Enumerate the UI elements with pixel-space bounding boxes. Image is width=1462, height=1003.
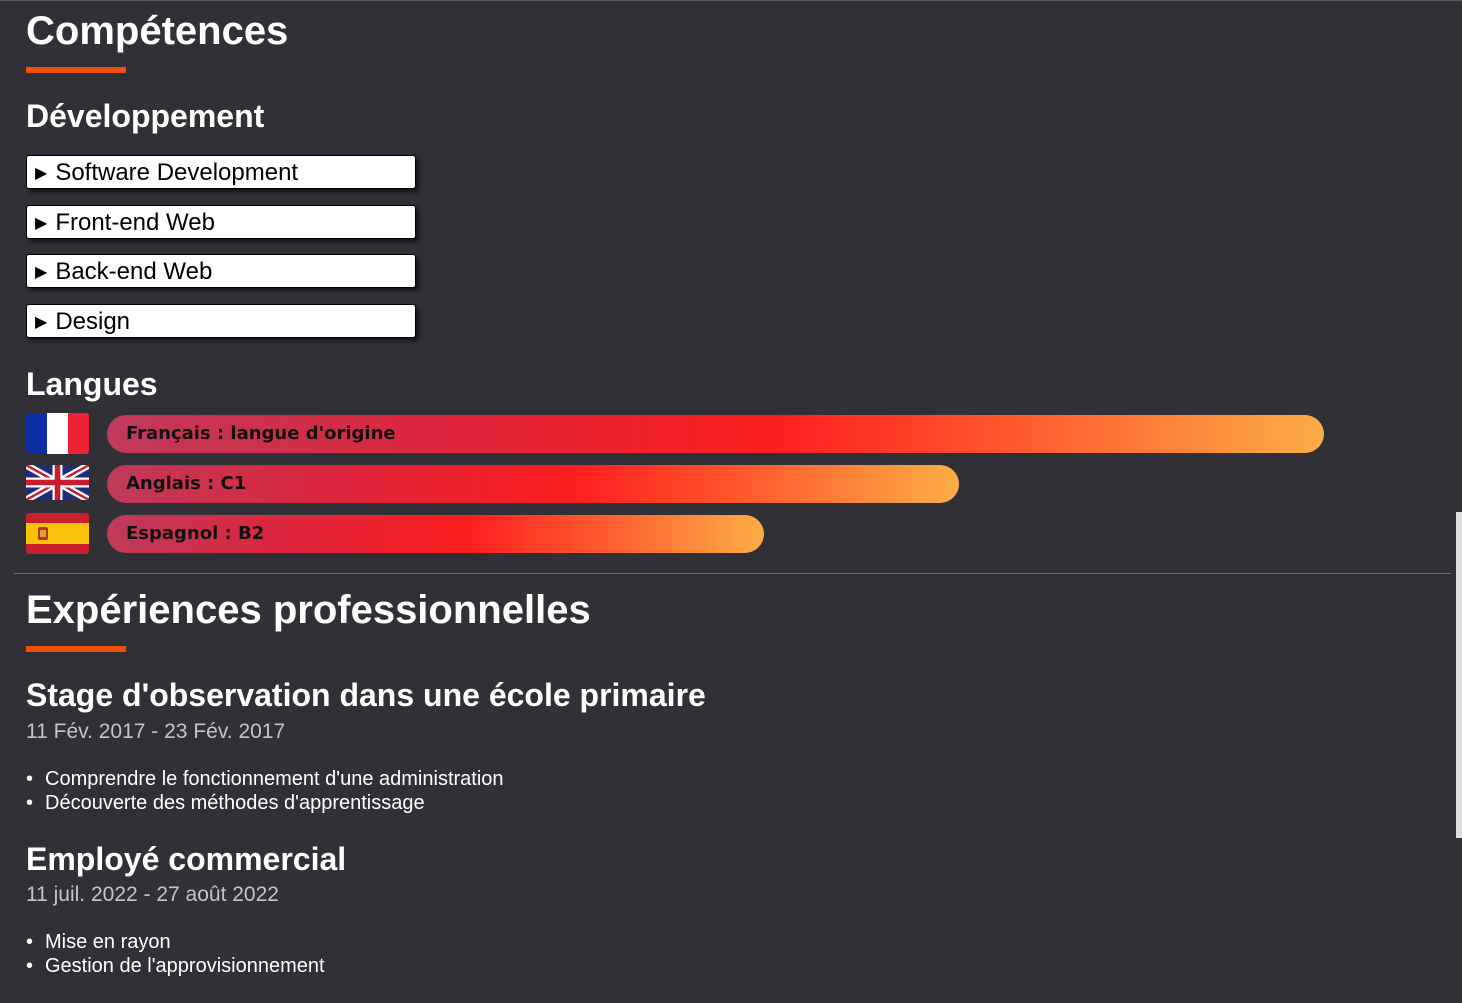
- section-divider: [14, 573, 1451, 574]
- spain-flag-icon: [26, 513, 89, 554]
- expand-triangle-icon: ▶: [35, 165, 48, 182]
- language-bar-french: Français : langue d'origine: [107, 415, 1324, 453]
- section-title-competences: Compétences: [26, 9, 289, 53]
- skill-label: Back-end Web: [55, 258, 213, 285]
- experience-task-list: Mise en rayon Gestion de l'approvisionne…: [26, 930, 325, 978]
- experience-title: Stage d'observation dans une école prima…: [26, 677, 706, 713]
- expand-triangle-icon: ▶: [35, 215, 48, 232]
- skill-toggle-front-end-web[interactable]: ▶ Front-end Web: [26, 205, 416, 239]
- language-bar-spanish: Espagnol : B2: [107, 515, 764, 553]
- section-underline: [26, 646, 126, 652]
- scrollbar-thumb[interactable]: [1456, 512, 1462, 838]
- skill-label: Design: [55, 308, 131, 335]
- top-edge: [0, 0, 1462, 1]
- section-title-experiences: Expériences professionnelles: [26, 588, 591, 632]
- language-label: Français : langue d'origine: [126, 423, 396, 444]
- skill-label: Software Development: [55, 159, 299, 186]
- experience-dates: 11 juil. 2022 - 27 août 2022: [26, 883, 279, 906]
- expand-triangle-icon: ▶: [35, 314, 48, 331]
- skill-toggle-software-development[interactable]: ▶ Software Development: [26, 155, 416, 189]
- language-label: Anglais : C1: [126, 473, 247, 494]
- list-item: Comprendre le fonctionnement d'une admin…: [26, 767, 504, 791]
- skill-toggle-back-end-web[interactable]: ▶ Back-end Web: [26, 254, 416, 288]
- experience-dates: 11 Fév. 2017 - 23 Fév. 2017: [26, 720, 286, 743]
- language-label: Espagnol : B2: [126, 523, 265, 544]
- list-item: Mise en rayon: [26, 930, 325, 954]
- list-item: Gestion de l'approvisionnement: [26, 954, 325, 978]
- section-underline: [26, 67, 126, 73]
- subsection-title-development: Développement: [26, 98, 265, 134]
- france-flag-icon: [26, 413, 89, 454]
- subsection-title-languages: Langues: [26, 366, 158, 402]
- expand-triangle-icon: ▶: [35, 264, 48, 281]
- experience-task-list: Comprendre le fonctionnement d'une admin…: [26, 767, 504, 815]
- language-bar-english: Anglais : C1: [107, 465, 959, 503]
- skill-toggle-design[interactable]: ▶ Design: [26, 304, 416, 338]
- skill-label: Front-end Web: [55, 209, 215, 236]
- list-item: Découverte des méthodes d'apprentissage: [26, 791, 504, 815]
- experience-title: Employé commercial: [26, 841, 347, 877]
- uk-flag-icon: [26, 465, 89, 500]
